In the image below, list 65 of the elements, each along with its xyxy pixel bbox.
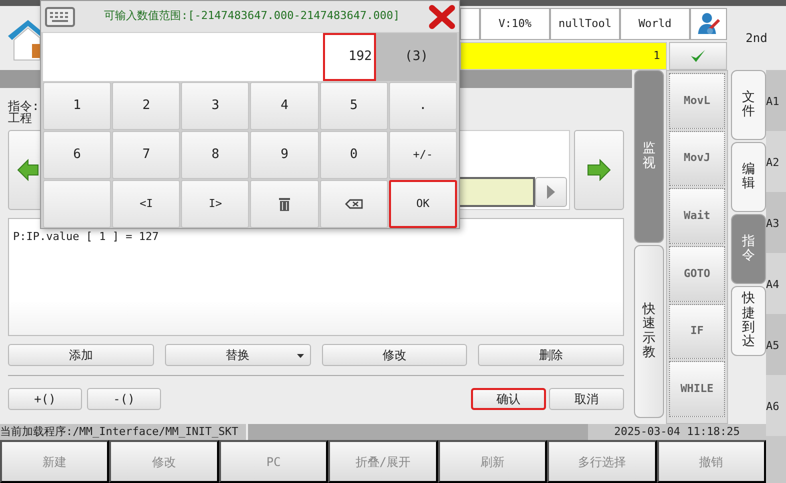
instruction-button[interactable]: MovJ: [669, 130, 725, 186]
side-label: A2: [766, 131, 786, 192]
action-button[interactable]: 删除: [478, 344, 624, 366]
action-button[interactable]: 替换: [164, 344, 310, 366]
keypad-key[interactable]: +/-: [388, 131, 457, 179]
user-tool-icon[interactable]: [696, 12, 720, 36]
keypad-key[interactable]: 6: [43, 131, 112, 179]
action-button[interactable]: 添加: [8, 344, 154, 366]
keypad-key[interactable]: 1: [43, 82, 112, 130]
status-field: [460, 8, 480, 40]
dialog-action-button[interactable]: 确认: [471, 388, 546, 410]
keypad-key[interactable]: [250, 180, 319, 228]
length-text: (3): [376, 33, 457, 81]
keypad-key[interactable]: .: [388, 82, 457, 130]
keypad-key[interactable]: 3: [181, 82, 250, 130]
keypad-key[interactable]: 8: [181, 131, 250, 179]
counter-value: 1: [653, 48, 660, 64]
side-label: A3: [766, 192, 786, 253]
instruction-button[interactable]: IF: [669, 304, 725, 360]
keypad-key[interactable]: OK: [388, 180, 457, 228]
caret-icon: [547, 185, 555, 199]
side-label: A5: [766, 314, 786, 375]
instruction-button[interactable]: GOTO: [669, 246, 725, 302]
instruction-button[interactable]: WHILE: [669, 361, 725, 418]
code-text: P:IP.value [ 1 ] = 127: [8, 218, 624, 336]
value-field[interactable]: 192: [323, 33, 376, 81]
keypad-key[interactable]: 0: [320, 131, 388, 179]
next-button[interactable]: [574, 130, 624, 210]
keypad-key[interactable]: I>: [181, 180, 250, 228]
action-button[interactable]: 修改: [322, 344, 468, 366]
menu-tab[interactable]: 编辑: [731, 142, 766, 212]
instruction-button[interactable]: Wait: [669, 188, 725, 244]
status-field: World: [620, 8, 690, 40]
keypad-key[interactable]: 4: [250, 82, 319, 130]
field-label: 工程: [8, 112, 32, 124]
instruction-button[interactable]: MovL: [669, 73, 725, 129]
dropdown-button[interactable]: [535, 177, 567, 207]
dialog-title: 可输入数值范围:[-2147483647.000-2147483647.000]: [103, 8, 401, 24]
bracket-button[interactable]: +(): [8, 388, 82, 410]
keypad-key[interactable]: 2: [112, 82, 180, 130]
loaded-program-text: 当前加载程序:/MM_Interface/MM_INIT_SKT: [0, 424, 248, 440]
status-field: nullTool: [550, 8, 620, 40]
keypad-key[interactable]: 7: [112, 131, 180, 179]
keypad-key[interactable]: 9: [250, 131, 319, 179]
side-label: A4: [766, 253, 786, 314]
keypad-key[interactable]: 5: [320, 82, 388, 130]
keyboard-icon: [45, 6, 75, 26]
menu-tab[interactable]: 快捷到达: [731, 286, 766, 356]
trash-icon: [279, 197, 290, 211]
left-arrow-icon: [17, 159, 39, 181]
field-label: 指令:: [8, 100, 40, 112]
check-icon: [690, 49, 706, 63]
keypad-key[interactable]: <I: [112, 180, 180, 228]
right-arrow-icon: [587, 159, 611, 181]
menu-tab[interactable]: 文件: [731, 70, 766, 140]
status-field: V:10%: [480, 8, 550, 40]
close-icon[interactable]: [429, 4, 455, 28]
confirm-button[interactable]: [669, 42, 727, 70]
side-label: A1: [766, 70, 786, 131]
dialog-action-button[interactable]: 取消: [549, 388, 624, 410]
backspace-icon: [344, 199, 363, 209]
side-label: A6: [766, 375, 786, 436]
bracket-button[interactable]: -(): [87, 388, 161, 410]
datetime-text: 2025-03-04 11:18:25: [588, 424, 766, 440]
view-tab[interactable]: 快速示教: [634, 245, 664, 418]
